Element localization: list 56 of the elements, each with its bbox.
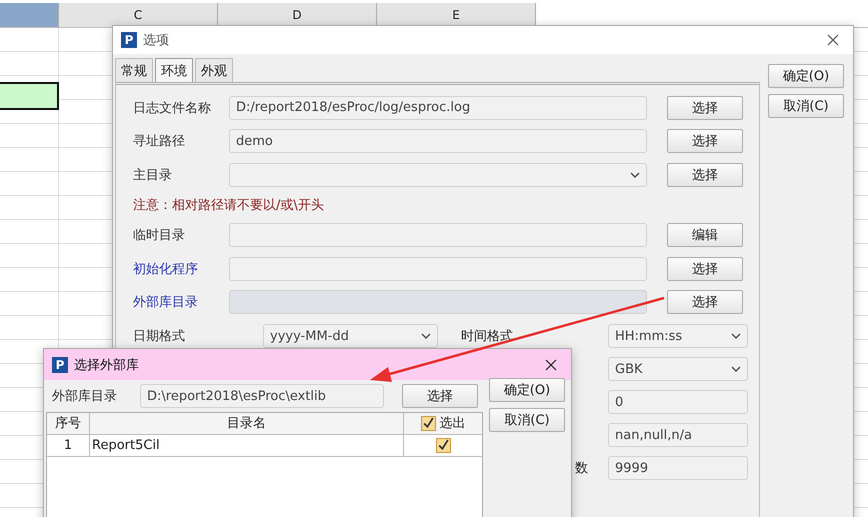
input-field[interactable]: demo	[229, 129, 647, 154]
input-field[interactable]: 0	[608, 390, 748, 414]
ok-button[interactable]: 确定(O)	[489, 378, 565, 402]
close-icon[interactable]	[827, 34, 839, 46]
input-field[interactable]: D:\report2018\esProc\extlib	[140, 384, 384, 408]
column-header[interactable]: C	[59, 3, 218, 27]
column-header: 目录名	[90, 413, 404, 434]
browse-button[interactable]: 选择	[667, 162, 743, 187]
input-field[interactable]	[229, 223, 647, 248]
field-label: 外部库目录	[133, 294, 199, 312]
chevron-down-icon[interactable]	[731, 333, 741, 339]
checkbox[interactable]	[436, 438, 450, 453]
dropdown[interactable]: HH:mm:ss	[608, 324, 748, 348]
checkbox[interactable]	[420, 416, 436, 431]
column-header: 选出	[440, 415, 466, 433]
warning-note: 注意：相对路径请不要以/或\开头	[133, 196, 325, 214]
dropdown[interactable]: yyyy-MM-dd	[263, 324, 438, 348]
chevron-down-icon[interactable]	[630, 172, 640, 178]
field-label: 数	[575, 460, 588, 477]
field-label: 临时目录	[133, 227, 186, 244]
close-icon[interactable]	[545, 358, 557, 370]
browse-button[interactable]: 选择	[402, 384, 478, 408]
cancel-button[interactable]: 取消(C)	[489, 408, 565, 432]
table-cell: 1	[47, 435, 90, 456]
table-cell: Report5Cil	[90, 435, 404, 456]
app-logo-icon: P	[121, 32, 137, 48]
input-field[interactable]: 9999	[608, 456, 748, 480]
chevron-down-icon[interactable]	[421, 333, 431, 339]
field-label: 主目录	[133, 166, 173, 184]
chevron-down-icon[interactable]	[731, 366, 741, 372]
browse-button[interactable]: 选择	[667, 256, 743, 281]
browse-button[interactable]: 选择	[667, 129, 743, 154]
input-field[interactable]	[229, 256, 647, 281]
tab[interactable]: 常规	[115, 58, 153, 82]
browse-button[interactable]: 选择	[667, 96, 743, 120]
field-label: 日期格式	[133, 328, 186, 345]
field-label: 日志文件名称	[133, 100, 212, 117]
app-logo-icon: P	[52, 356, 68, 372]
window-title: 选择外部库	[74, 356, 140, 374]
tab[interactable]: 环境	[155, 58, 193, 82]
column-header[interactable]: E	[377, 3, 536, 27]
column-header: 序号	[47, 413, 90, 434]
cancel-button[interactable]: 取消(C)	[768, 94, 844, 118]
field-label: 寻址路径	[133, 133, 186, 150]
ok-button[interactable]: 确定(O)	[768, 64, 844, 88]
browse-button[interactable]: 编辑	[667, 223, 743, 248]
column-header[interactable]: D	[218, 3, 377, 27]
field-label: 外部库目录	[52, 388, 118, 405]
input-field[interactable]: D:/report2018/esProc/log/esproc.log	[229, 96, 647, 120]
window-title: 选项	[143, 32, 170, 49]
dropdown[interactable]: GBK	[608, 357, 748, 381]
column-header	[0, 3, 59, 27]
field-label: 初始化程序	[133, 260, 199, 278]
tab[interactable]: 外观	[195, 58, 233, 82]
selected-cell[interactable]	[0, 82, 59, 110]
input-field[interactable]: nan,null,n/a	[608, 423, 748, 447]
